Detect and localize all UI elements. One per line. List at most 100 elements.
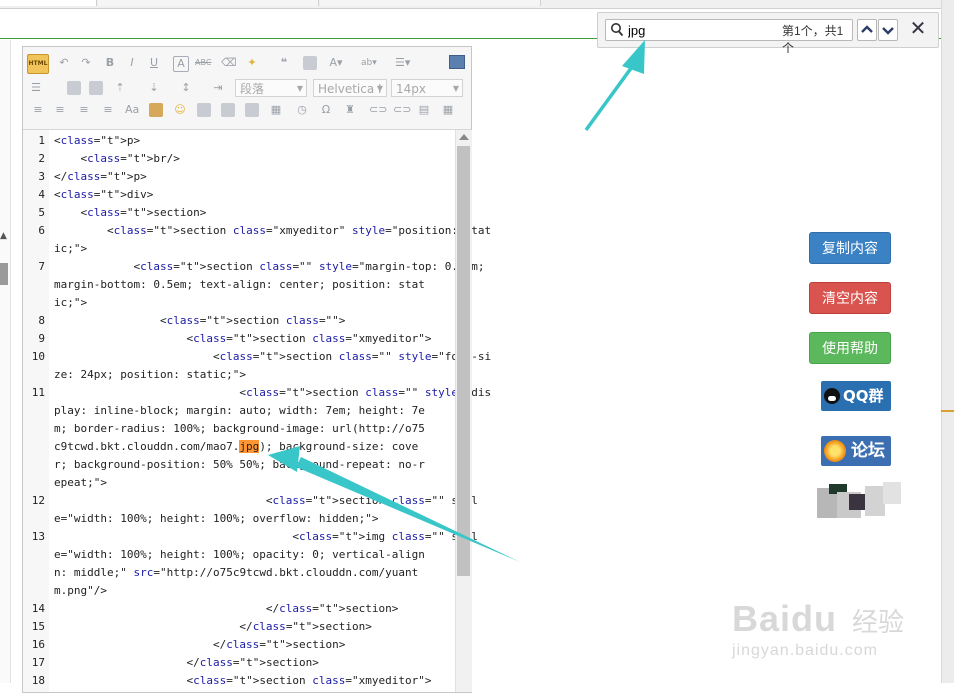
search-icon [611,23,624,37]
font-family-select[interactable]: Helvetica I ▼ [313,79,387,97]
code-line: <class="t">section class="xmyeditor"> [54,674,432,687]
strikethrough-icon[interactable]: ABC [195,56,211,70]
code-line: </class="t">section> [54,638,346,651]
line-number: 5 [38,206,45,219]
find-field[interactable]: 第1个，共1个 [605,19,853,55]
html-source-button[interactable]: HTML [27,54,49,74]
left-scroll-thumb[interactable] [0,263,8,285]
emoji-icon[interactable]: ☺ [173,103,187,117]
code-line: <class="t">section class="" style="margi… [54,260,485,273]
browser-tab-active[interactable] [0,0,97,6]
find-bar: 第1个，共1个 ✕ [597,12,939,55]
text-direction-icon[interactable]: Aa [125,103,139,117]
grid-icon[interactable]: ▦ [441,103,455,117]
find-next-button[interactable] [878,19,898,41]
line-number: 10 [31,350,45,363]
undo-icon[interactable]: ↶ [57,56,71,70]
forum-label: 论坛 [851,441,885,461]
time-icon[interactable]: ◷ [295,103,309,117]
line-number: 18 [31,674,45,687]
font-size-select[interactable]: 14px ▼ [391,79,463,97]
italic-icon[interactable]: I [125,56,139,70]
text-style-icon[interactable] [67,81,81,95]
line-number: 1 [38,134,45,147]
scroll-thumb[interactable] [457,146,470,576]
line-number: 2 [38,152,45,165]
close-icon[interactable]: ✕ [907,17,929,39]
scroll-up-icon[interactable] [459,134,469,140]
highlight-icon[interactable]: ab▾ [361,56,377,70]
align-center-icon[interactable]: ≡ [77,103,91,117]
image-icon[interactable] [149,103,163,117]
indent-icon[interactable]: ⇥ [211,81,225,95]
row-spacing-top-icon[interactable]: ⇡ [113,81,127,95]
calendar-icon[interactable]: ▦ [269,103,283,117]
eraser-icon[interactable]: ⌫ [221,56,237,70]
clear-content-button[interactable]: 清空内容 [809,282,891,314]
help-button[interactable]: 使用帮助 [809,332,891,364]
font-color-icon[interactable]: A▾ [329,56,343,70]
insert-image-icon[interactable] [221,103,235,117]
chevron-up-icon [861,25,873,33]
find-previous-button[interactable] [857,19,877,41]
line-number: 16 [31,638,45,651]
code-line: m.png"/> [54,584,107,597]
line-number: 3 [38,170,45,183]
caret-up-icon[interactable]: ▲ [0,232,8,241]
code-area[interactable]: 1 <class="t">p> 2 <class="t">br/> 3 </class=… [23,130,491,692]
bold-icon[interactable]: B [103,56,117,70]
align-right-icon[interactable]: ≡ [101,103,115,117]
browser-tab[interactable] [320,0,541,6]
qq-group-button[interactable]: QQ群 [821,381,891,411]
blockquote-icon[interactable]: ❝ [277,56,291,70]
code-line: <class="t">section class="" style="dis [54,386,492,399]
line-number: 13 [31,530,45,543]
code-scrollbar[interactable] [455,130,472,692]
window-scrollbar[interactable] [941,0,954,683]
code-line: ic;"> [54,242,88,255]
table-icon[interactable] [245,103,259,117]
code-line: e="width: 100%; height: 100%; opacity: 0… [54,548,425,561]
find-input[interactable] [628,21,748,39]
unlink-icon[interactable]: ⊂⊃ [393,103,411,117]
line-height-icon[interactable]: ↕ [179,81,193,95]
code-line: m; border-radius: 100%; background-image… [54,422,425,435]
match-count: 第1个，共1个 [782,24,844,55]
line-number: 8 [38,314,45,327]
forum-logo-icon [824,440,846,462]
fullscreen-icon[interactable] [449,55,465,69]
code-line: <class="t">section class="xmyeditor" sty… [54,224,492,237]
redo-icon[interactable]: ↷ [79,56,93,70]
copy-content-button[interactable]: 复制内容 [809,232,891,264]
browser-tab[interactable] [98,0,319,6]
baidu-jingyan-watermark: Baidu 经验 jingyan.baidu.com [732,598,912,668]
line-number: 7 [38,260,45,273]
code-line: </class="t">section> [54,620,372,633]
watermark-jingyan: 经验 [852,608,905,638]
justify-icon[interactable]: ≡ [31,103,45,117]
ordered-list-icon[interactable]: ☰▾ [395,56,410,70]
clear-doc-icon[interactable] [89,81,103,95]
anchor-icon[interactable]: ▤ [417,103,431,117]
code-line: <class="t">p> [54,134,141,147]
forum-button[interactable]: 论坛 [821,436,891,466]
code-line: <class="t">div> [54,188,154,201]
underline-icon[interactable]: U [147,56,161,70]
code-line: <class="t">section class="" style="font-… [54,350,491,363]
link-icon[interactable]: ⊂⊃ [369,103,387,117]
row-spacing-bottom-icon[interactable]: ⇣ [147,81,161,95]
magic-wand-icon[interactable]: ✦ [245,56,259,70]
code-line: c9tcwd.bkt.clouddn.com/mao7.jpg); backgr… [54,440,419,453]
code-line: ic;"> [54,296,88,309]
special-char-icon[interactable]: Ω [319,103,333,117]
arrow-to-find-bar [584,40,645,132]
align-left-icon[interactable]: ≡ [53,103,67,117]
font-border-icon[interactable]: A [173,56,189,72]
media-icon[interactable] [197,103,211,117]
unordered-list-icon[interactable]: ☰ [29,81,43,95]
find-replace-icon[interactable]: ♜ [343,103,357,117]
code-line: <class="t">section class="" styl [54,494,478,507]
paste-icon[interactable] [303,56,317,70]
code-line: <class="t">section class="xmyeditor"> [54,332,432,345]
paragraph-select[interactable]: 段落 ▼ [235,79,307,97]
